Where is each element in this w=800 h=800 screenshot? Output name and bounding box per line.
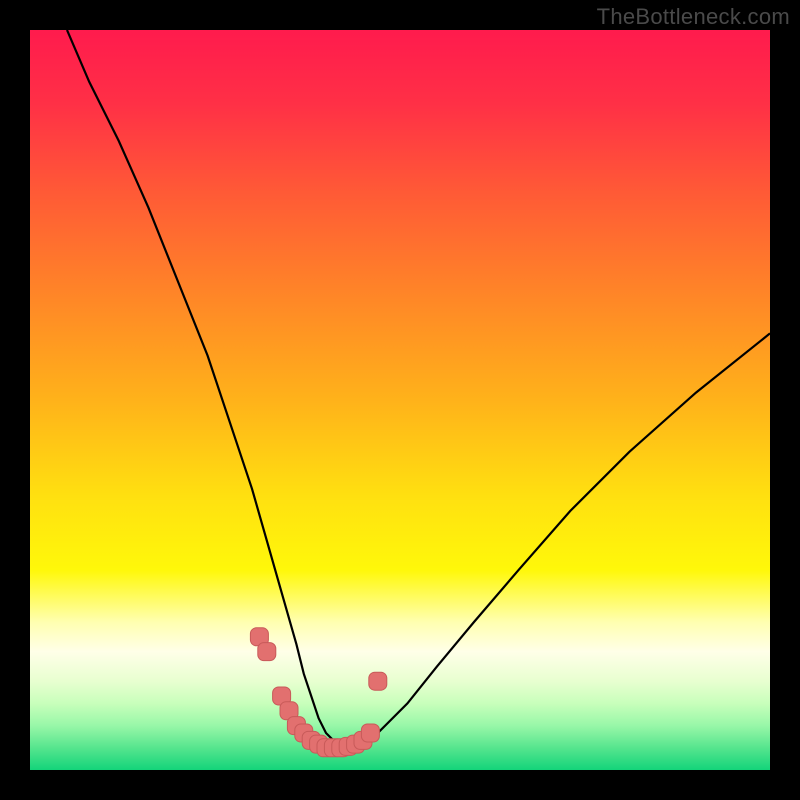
marker-point: [258, 643, 276, 661]
chart-frame: TheBottleneck.com: [0, 0, 800, 800]
marker-point: [361, 724, 379, 742]
attribution-text: TheBottleneck.com: [597, 4, 790, 30]
marker-point: [369, 672, 387, 690]
gradient-background: [30, 30, 770, 770]
plot-area: [30, 30, 770, 770]
plot-svg: [30, 30, 770, 770]
